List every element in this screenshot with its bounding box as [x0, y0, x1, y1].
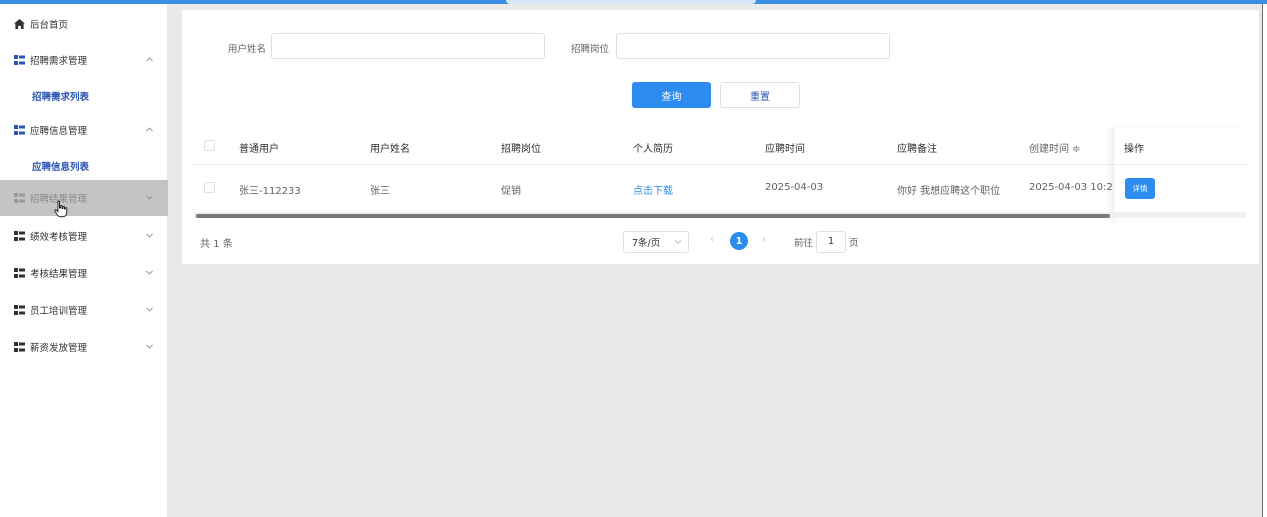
column-header: 普通用户	[239, 144, 279, 155]
cell-note: 你好 我想应聘这个职位	[897, 186, 1001, 197]
column-header: 用户姓名	[370, 144, 410, 155]
sidebar-subitem-recruit-demand-list[interactable]: 招聘需求列表	[0, 78, 168, 114]
sidebar-item-recruit-demand[interactable]: 招聘需求管理	[0, 42, 168, 78]
grid-menu-icon	[14, 231, 25, 241]
chevron-down-icon	[146, 270, 153, 275]
query-button[interactable]: 查询	[632, 82, 711, 108]
sidebar-item-application-info[interactable]: 应聘信息管理	[0, 112, 168, 148]
next-page-button[interactable]: ›	[762, 234, 766, 245]
sidebar-item-assessment-result[interactable]: 考核结果管理	[0, 255, 168, 291]
resume-download-link[interactable]: 点击下载	[633, 182, 673, 197]
cell-apply-time: 2025-04-03	[765, 182, 824, 193]
cell-name: 张三	[370, 186, 390, 197]
sidebar-item-label: 考核结果管理	[30, 269, 88, 280]
sidebar-item-recruit-result[interactable]: 招聘结果管理	[0, 180, 168, 216]
chevron-down-icon	[146, 344, 153, 349]
grid-menu-icon	[14, 342, 25, 352]
sidebar-item-label: 后台首页	[30, 20, 69, 31]
table-row: 张三-112233 张三 促销 点击下载 2025-04-03 你好 我想应聘这…	[194, 166, 1246, 210]
cell-user: 张三-112233	[239, 186, 301, 197]
sidebar-item-label: 招聘需求管理	[30, 56, 88, 67]
username-input[interactable]	[271, 33, 545, 59]
page-size-value: 7条/页	[632, 238, 661, 249]
sidebar-subitem-label: 招聘需求列表	[32, 92, 90, 103]
sidebar-subitem-application-info-list[interactable]: 应聘信息列表	[0, 148, 168, 184]
goto-page-suffix: 页	[849, 238, 859, 249]
sidebar-item-label: 应聘信息管理	[30, 126, 88, 137]
cell-created-time: 2025-04-03 10:27:	[1029, 182, 1123, 193]
chevron-up-icon	[146, 127, 153, 132]
page-size-select[interactable]: 7条/页	[623, 231, 689, 253]
username-label: 用户姓名	[228, 44, 267, 55]
fixed-action-column: 操作 详情	[1113, 128, 1247, 220]
select-all-checkbox[interactable]	[204, 140, 215, 151]
hand-cursor-icon	[54, 200, 68, 218]
horizontal-scrollbar-thumb[interactable]	[196, 214, 1110, 218]
chevron-down-icon	[146, 233, 153, 238]
reset-button[interactable]: 重置	[720, 82, 800, 108]
grid-menu-icon	[14, 305, 25, 315]
cell-position: 促销	[501, 186, 521, 197]
home-icon	[14, 19, 25, 29]
pager-total: 共 1 条	[200, 239, 233, 250]
top-tab-indicator	[506, 0, 756, 4]
sidebar-item-performance[interactable]: 绩效考核管理	[0, 218, 168, 254]
sidebar-item-label: 绩效考核管理	[30, 232, 88, 243]
main-panel: 用户姓名 招聘岗位 查询 重置 普通用户 用户姓名 招聘岗位 个人简历 应聘时间…	[182, 10, 1259, 264]
column-header: 应聘备注	[897, 144, 937, 155]
grid-menu-icon	[14, 268, 25, 278]
column-header: 招聘岗位	[501, 144, 541, 155]
sidebar-item-home[interactable]: 后台首页	[0, 6, 168, 42]
page-number-current[interactable]: 1	[730, 232, 748, 250]
window-right-edge	[1262, 4, 1267, 517]
sidebar-subitem-label: 应聘信息列表	[32, 162, 90, 173]
column-header: 操作	[1124, 144, 1144, 155]
row-checkbox[interactable]	[204, 182, 215, 193]
sidebar-item-training[interactable]: 员工培训管理	[0, 292, 168, 328]
chevron-down-icon	[146, 307, 153, 312]
grid-menu-icon	[14, 193, 25, 203]
sidebar: 后台首页 招聘需求管理 招聘需求列表 应聘信息管理 应聘信息列表 招聘结果管理 …	[0, 4, 168, 517]
chevron-down-icon	[674, 240, 682, 245]
goto-label: 前往	[794, 238, 814, 249]
column-header: 应聘时间	[765, 144, 805, 155]
sidebar-item-label: 薪资发放管理	[30, 343, 88, 354]
position-input[interactable]	[616, 33, 890, 59]
column-header: 个人简历	[633, 144, 673, 155]
detail-button[interactable]: 详情	[1125, 178, 1155, 199]
chevron-up-icon	[146, 57, 153, 62]
position-label: 招聘岗位	[571, 44, 610, 55]
goto-page-input[interactable]: 1	[816, 231, 846, 253]
sidebar-item-label: 员工培训管理	[30, 306, 88, 317]
sidebar-item-salary[interactable]: 薪资发放管理	[0, 329, 168, 365]
prev-page-button[interactable]: ‹	[710, 234, 714, 245]
table-header: 普通用户 用户姓名 招聘岗位 个人简历 应聘时间 应聘备注 创建时间 ≑	[194, 128, 1246, 165]
column-header-sortable[interactable]: 创建时间 ≑	[1029, 140, 1081, 155]
grid-menu-icon	[14, 55, 25, 65]
chevron-down-icon	[146, 195, 153, 200]
grid-menu-icon	[14, 125, 25, 135]
